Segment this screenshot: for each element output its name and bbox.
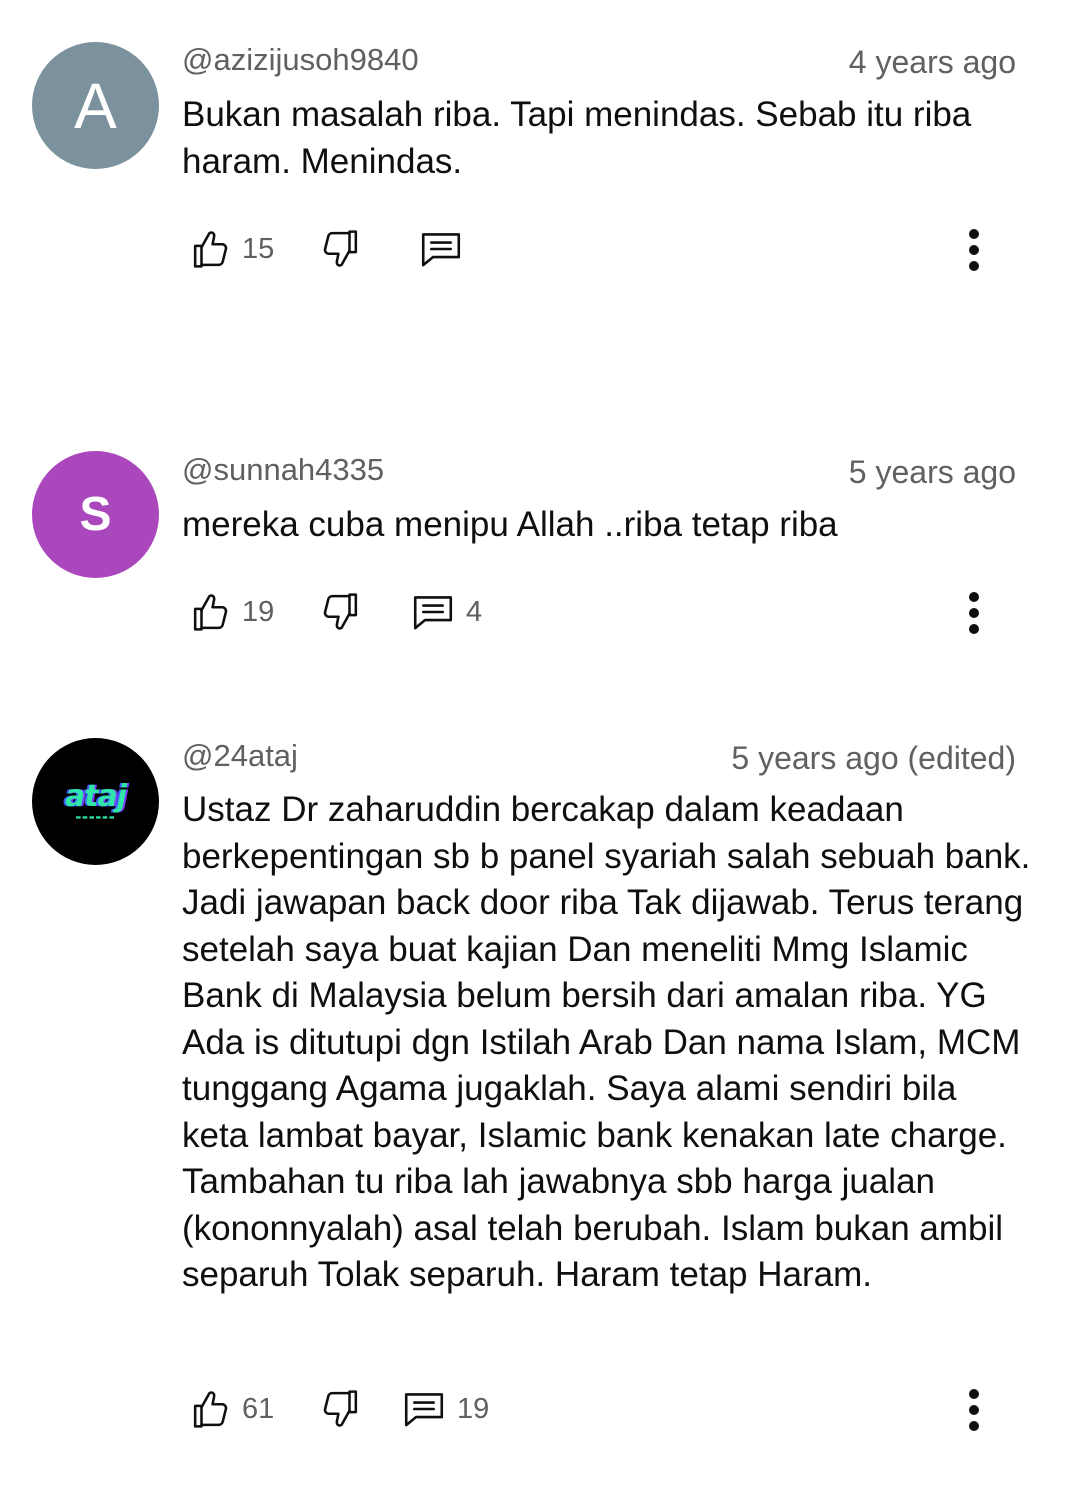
channel-logo: ataj [64,779,127,814]
avatar[interactable]: ataj ▬▬▬▬▬▬ [32,738,159,865]
comment-bubble-icon [420,229,462,269]
more-options-button[interactable] [958,587,990,637]
like-count: 19 [242,595,275,628]
comment-author-handle[interactable]: @24ataj [182,738,298,774]
like-button[interactable]: 19 [192,587,274,637]
more-options-button[interactable] [958,1384,990,1434]
comment-text: Bukan masalah riba. Tapi menindas. Sebab… [182,95,972,181]
avatar[interactable]: S [32,451,159,578]
reply-button[interactable]: 4 [412,587,482,637]
comment-actions: 19 4 [0,587,1080,637]
comment-timestamp: 5 years ago (edited) [731,740,1016,776]
reply-count: 4 [466,595,483,628]
thumbs-up-icon [192,228,230,270]
reply-button[interactable]: 19 [403,1384,489,1434]
comment-actions: 15 [0,224,1080,274]
reply-button[interactable] [420,224,474,274]
comment-author-handle[interactable]: @sunnah4335 [182,452,384,488]
dislike-button[interactable] [321,1384,359,1434]
comment-text: mereka cuba menipu Allah ..riba tetap ri… [182,505,838,544]
more-vertical-icon [958,592,990,641]
comment-author-handle[interactable]: @azizijusoh9840 [182,42,419,78]
like-button[interactable]: 15 [192,224,274,274]
comment-text: Ustaz Dr zaharuddin bercakap dalam keada… [182,790,1031,1294]
comment-bubble-icon [403,1389,445,1429]
reply-count: 19 [457,1392,490,1425]
channel-logo-subline: ▬▬▬▬▬▬ [75,814,116,821]
more-vertical-icon [958,229,990,278]
comment-timestamp: 5 years ago [848,454,1016,490]
comment-timestamp: 4 years ago [848,44,1016,80]
comment-actions: 61 19 [0,1384,1080,1434]
avatar-letter: A [74,69,117,142]
thumbs-down-icon [321,1388,359,1430]
thumbs-up-icon [192,1388,230,1430]
like-button[interactable]: 61 [192,1384,274,1434]
dislike-button[interactable] [321,224,359,274]
thumbs-up-icon [192,591,230,633]
thumbs-down-icon [321,591,359,633]
dislike-button[interactable] [321,587,359,637]
more-vertical-icon [958,1389,990,1438]
like-count: 15 [242,232,275,265]
comment-bubble-icon [412,592,454,632]
more-options-button[interactable] [958,224,990,274]
avatar[interactable]: A [32,42,159,169]
thumbs-down-icon [321,228,359,270]
avatar-letter: S [79,488,112,541]
like-count: 61 [242,1392,275,1425]
